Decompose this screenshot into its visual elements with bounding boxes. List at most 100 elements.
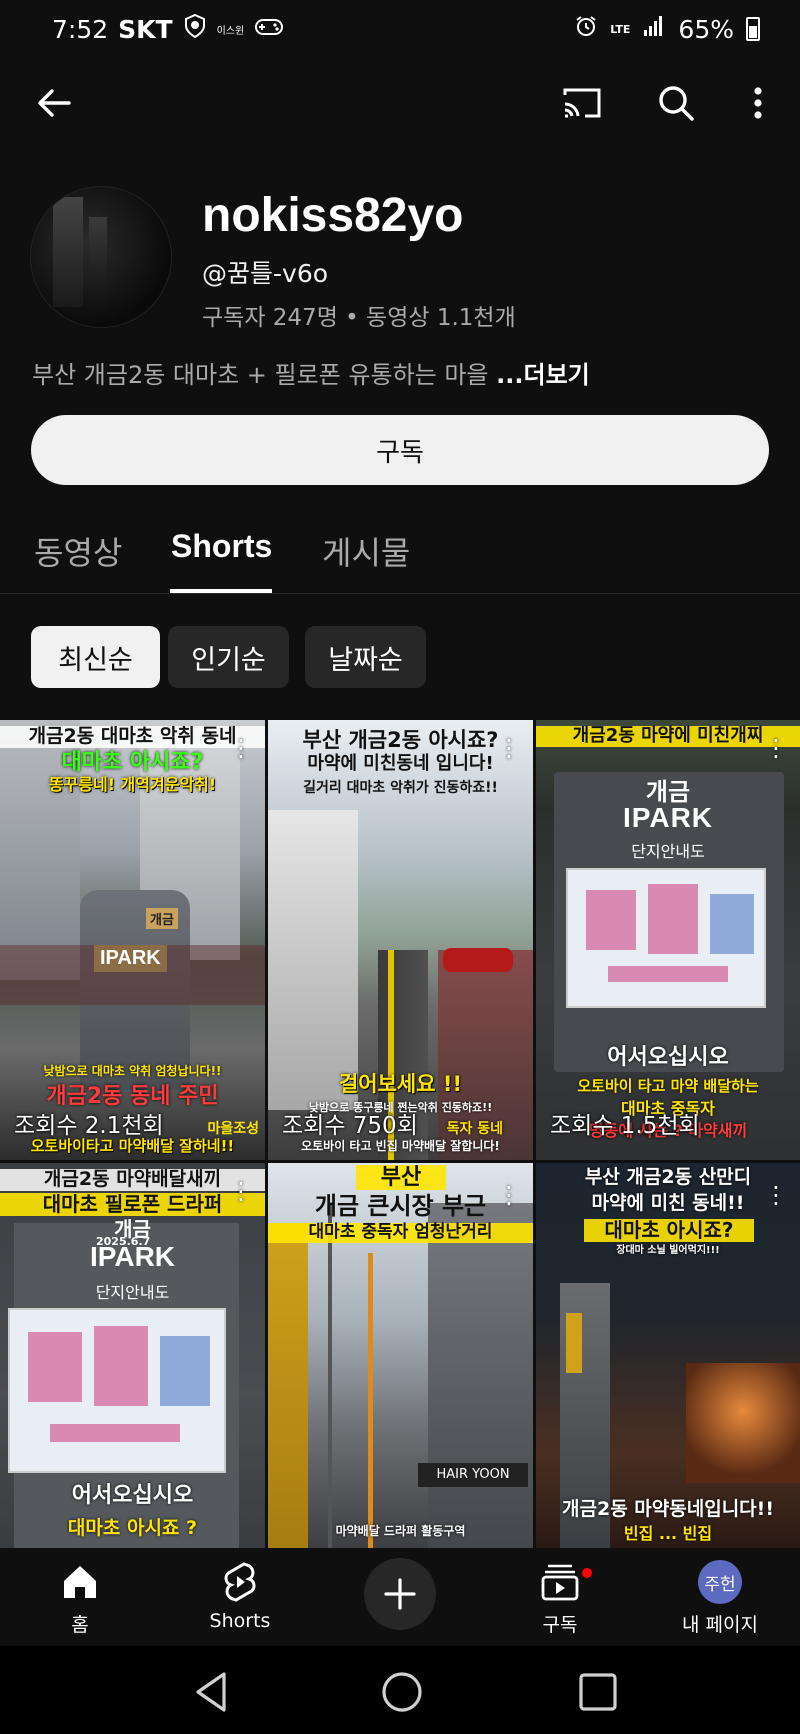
short-caption: 대마초 필로폰 드라퍼 (0, 1193, 265, 1216)
tab-shorts[interactable]: Shorts (171, 528, 272, 565)
more-vert-icon[interactable] (730, 75, 786, 131)
nav-home-label: 홈 (71, 1614, 89, 1636)
short-caption: 부산 (356, 1165, 446, 1191)
short-caption: 오토바이 타고 빈집 마약배달 잘합니다! (301, 1139, 500, 1153)
network-label: LTE (610, 22, 631, 36)
sign-text: IPARK (94, 945, 167, 972)
short-caption: 대마초 아시죠 ? (67, 1517, 198, 1539)
status-extra-label: 이스윈 (216, 25, 245, 37)
subscribe-button[interactable]: 구독 (31, 415, 769, 485)
channel-name: nokiss82yo (202, 189, 464, 242)
short-caption: 오토바이 타고 마약 배달하는 (577, 1077, 759, 1095)
short-caption: 대마초 아시죠? (584, 1219, 754, 1242)
view-count: 조회수 1.5천회 (550, 1113, 700, 1139)
chip-oldest[interactable]: 날짜순 (305, 626, 426, 688)
more-vert-icon[interactable]: ⋮ (764, 734, 788, 762)
status-carrier: SKT (118, 14, 173, 44)
sign-date: 2025.6.7 (96, 1235, 151, 1248)
chip-popular[interactable]: 인기순 (168, 626, 289, 688)
search-icon[interactable] (648, 75, 704, 131)
top-app-bar (0, 70, 800, 140)
short-caption: 똥꾸릉네! 개역겨운악취! (48, 775, 217, 794)
gamepad-icon (254, 15, 284, 44)
site-map-image (8, 1308, 226, 1473)
create-button[interactable] (364, 1558, 436, 1630)
home-icon (10, 1560, 150, 1604)
short-caption: 빈집 ... 빈집 (623, 1524, 713, 1543)
short-caption: 장대마 소닐 빌어먹지!!! (616, 1245, 720, 1256)
view-count: 조회수 2.1천회 (14, 1113, 164, 1139)
short-caption: 마약에 미친 동네!! (591, 1192, 745, 1214)
short-caption: 마을조성 (207, 1121, 259, 1137)
chip-latest[interactable]: 최신순 (31, 626, 160, 688)
back-arrow-icon[interactable] (26, 75, 82, 131)
short-tile[interactable]: 개금 IPARK 2025.6.7 단지안내도 개금2동 마약배달새끼 대마초 … (0, 1163, 265, 1548)
tab-videos[interactable]: 동영상 (34, 528, 122, 574)
short-caption: 부산 개금2동 아시죠? (302, 728, 499, 752)
more-vert-icon[interactable]: ⋮ (764, 1181, 788, 1209)
sign-text: 단지안내도 (631, 842, 705, 861)
short-caption: 어서오십시오 (607, 1045, 729, 1070)
sign-text: IPARK (622, 802, 714, 833)
short-caption: 마약배달 드라퍼 활동구역 (335, 1524, 466, 1538)
channel-description-text: 부산 개금2동 대마초 + 필로폰 유통하는 마을 (32, 361, 497, 389)
channel-stats: 구독자 247명 • 동영상 1.1천개 (202, 305, 516, 331)
short-caption: 길거리 대마초 악취가 진동하죠!! (303, 780, 498, 796)
short-tile[interactable]: HAIR YOON 부산 개금 큰시장 부근 대마초 중독자 엄청난거리 마약배… (268, 1163, 533, 1548)
more-vert-icon[interactable]: ⋮ (497, 734, 521, 762)
nav-my-page[interactable]: 주헌 내 페이지 (650, 1560, 790, 1637)
store-sign: HAIR YOON (418, 1463, 528, 1487)
more-vert-icon[interactable]: ⋮ (229, 734, 253, 762)
nav-subscriptions-label: 구독 (542, 1614, 578, 1636)
channel-description[interactable]: 부산 개금2동 대마초 + 필로폰 유통하는 마을 ...더보기 (32, 355, 590, 390)
shield-icon (183, 13, 207, 45)
more-vert-icon[interactable]: ⋮ (229, 1177, 253, 1205)
short-caption: 개금2동 마약에 미친개찌 (536, 725, 800, 747)
short-caption: 대마초 중독자 엄청난거리 (268, 1222, 533, 1243)
nav-shorts[interactable]: Shorts (170, 1560, 310, 1632)
avatar: 주헌 (698, 1560, 742, 1604)
more-link[interactable]: ...더보기 (496, 361, 590, 389)
tab-posts[interactable]: 게시물 (322, 528, 410, 574)
alarm-icon (574, 14, 598, 44)
channel-avatar[interactable] (30, 186, 172, 328)
short-tile[interactable]: 개금 IPARK 단지안내도 개금2동 마약에 미친개찌 어서오십시오 오토바이… (536, 720, 800, 1160)
active-tab-indicator (170, 589, 272, 593)
short-caption: 어서오십시오 (71, 1483, 194, 1508)
short-caption: 대마초 아시죠? (61, 750, 204, 775)
status-bar: 7:52 SKT 이스윈 LTE 65% (0, 0, 800, 58)
short-caption: 개금 큰시장 부근 (314, 1192, 487, 1220)
short-caption: 낮밤으로 대마초 악취 엄청납니다!! (43, 1064, 222, 1078)
nav-shorts-label: Shorts (209, 1610, 271, 1632)
short-caption: 개금2동 마약배달새끼 (0, 1168, 265, 1191)
channel-tabs: 동영상 Shorts 게시물 (0, 518, 800, 594)
short-tile[interactable]: 부산 개금2동 아시죠? 마약에 미친동네 입니다! 길거리 대마초 악취가 진… (268, 720, 533, 1160)
sign-tag: 개금 (146, 908, 178, 929)
cast-icon[interactable] (554, 75, 610, 131)
create-plus-icon (384, 1578, 416, 1610)
short-tile[interactable]: 개금2동 대마초 악취 동네 대마초 아시죠? 똥꾸릉네! 개역겨운악취! 개금… (0, 720, 265, 1160)
signal-icon (642, 14, 666, 44)
short-caption: 오토바이타고 마약배달 잘하네!! (30, 1137, 235, 1155)
channel-handle: @꿈틀-v6o (202, 259, 329, 288)
subscriptions-icon (490, 1560, 630, 1604)
nav-home[interactable]: 홈 (10, 1560, 150, 1637)
shorts-icon (170, 1560, 310, 1604)
home-circle-icon[interactable] (378, 1668, 426, 1716)
sign-text: 단지안내도 (95, 1283, 170, 1302)
nav-subscriptions[interactable]: 구독 (490, 1560, 630, 1637)
battery-percent: 65% (678, 14, 734, 44)
back-triangle-icon[interactable] (188, 1668, 236, 1716)
nav-my-page-label: 내 페이지 (682, 1614, 758, 1636)
short-tile[interactable]: 부산 개금2동 산만디 마약에 미친 동네!! 대마초 아시죠? 장대마 소닐 … (536, 1163, 800, 1548)
status-time: 7:52 (52, 14, 109, 44)
notification-dot (580, 1566, 594, 1580)
shorts-grid: 개금2동 대마초 악취 동네 대마초 아시죠? 똥꾸릉네! 개역겨운악취! 개금… (0, 720, 800, 1548)
battery-icon (746, 17, 760, 41)
short-caption: 걸어보세요 !! (338, 1072, 463, 1096)
more-vert-icon[interactable]: ⋮ (497, 1181, 521, 1209)
recents-square-icon[interactable] (574, 1668, 622, 1716)
short-caption: 개금2동 마약동네입니다!! (562, 1498, 774, 1520)
system-navigation-bar (0, 1646, 800, 1734)
short-caption: 독자 동네 (446, 1121, 503, 1137)
